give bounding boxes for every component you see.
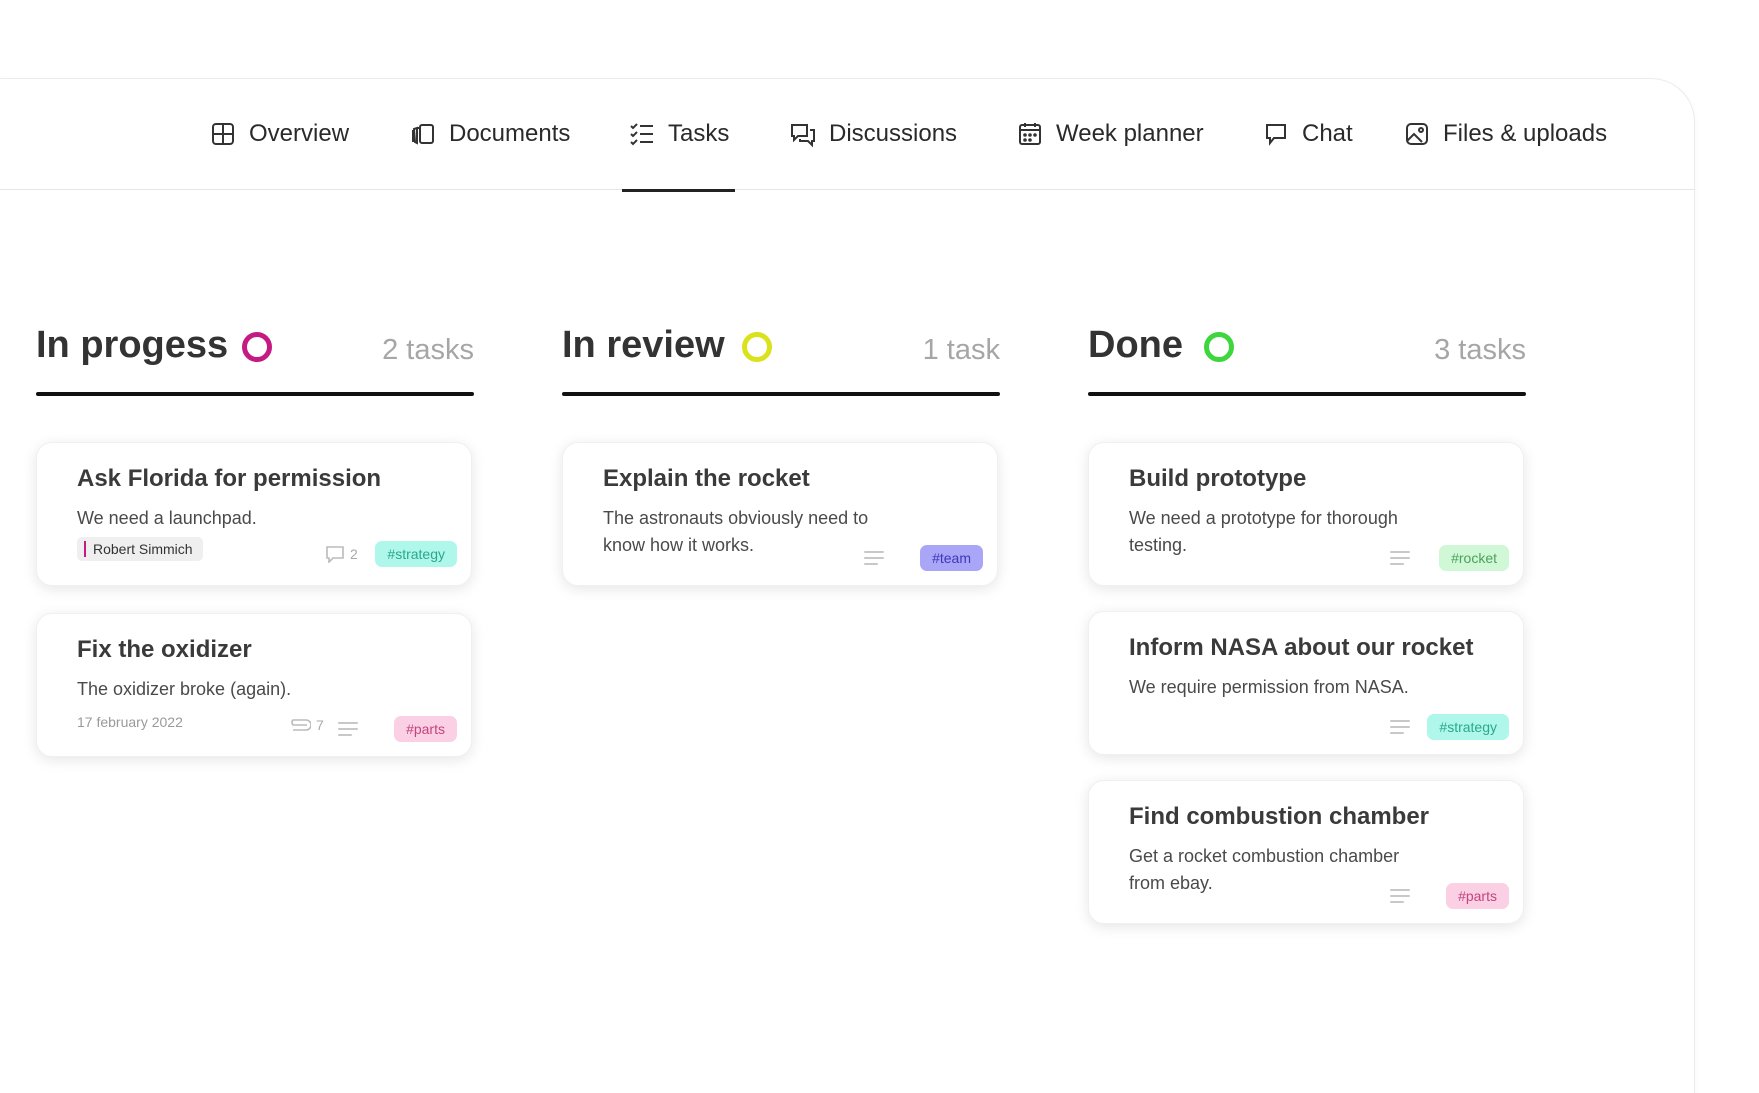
attachment-count: 7 xyxy=(316,717,324,733)
paperclip-icon xyxy=(291,719,311,731)
task-description: We need a launchpad. xyxy=(77,508,257,528)
column-in-review: In review 1 task Explain the rocket The … xyxy=(562,320,1000,586)
task-description: The astronauts obviously need to know ho… xyxy=(603,508,869,555)
nav-overview-label: Overview xyxy=(249,120,350,147)
nav-overview[interactable]: Overview xyxy=(209,78,349,190)
description-icon xyxy=(1390,551,1410,565)
task-title: Explain the rocket xyxy=(603,465,810,492)
task-description: We need a prototype for thorough testing… xyxy=(1129,508,1398,555)
status-ring-icon xyxy=(1204,332,1234,362)
attachments-meta: 7 xyxy=(287,717,324,733)
nav-documents[interactable]: Documents xyxy=(409,78,570,190)
column-header: In progess 2 tasks xyxy=(36,320,474,396)
calendar-icon xyxy=(1019,123,1041,145)
nav-files-uploads-label: Files & uploads xyxy=(1443,120,1608,147)
nav-chat[interactable]: Chat xyxy=(1262,78,1353,190)
description-icon xyxy=(1390,720,1410,734)
task-title: Inform NASA about our rocket xyxy=(1129,634,1474,661)
grid-icon xyxy=(212,123,234,145)
column-done: Done 3 tasks Build prototype We need a p… xyxy=(1088,320,1526,924)
column-header: Done 3 tasks xyxy=(1088,320,1526,396)
task-card[interactable]: Fix the oxidizer The oxidizer broke (aga… xyxy=(36,613,472,757)
task-description: The oxidizer broke (again). xyxy=(77,679,292,699)
description-icon xyxy=(864,551,884,565)
documents-icon xyxy=(412,124,434,145)
task-description: We require permission from NASA. xyxy=(1129,677,1409,697)
comment-icon xyxy=(326,546,344,563)
nav-discussions[interactable]: Discussions xyxy=(789,78,957,190)
nav-week-planner-label: Week planner xyxy=(1056,120,1204,147)
comments-meta: 2 xyxy=(325,545,358,563)
due-date: 17 february 2022 xyxy=(77,714,183,730)
description-icon xyxy=(338,722,358,736)
discussions-icon xyxy=(791,124,815,148)
task-count: 3 tasks xyxy=(1434,334,1526,366)
tag-badge[interactable]: #parts xyxy=(1446,883,1509,909)
nav-documents-label: Documents xyxy=(449,120,571,147)
comment-count: 2 xyxy=(350,546,358,562)
nav-week-planner[interactable]: Week planner xyxy=(1016,78,1204,190)
column-divider xyxy=(36,392,474,396)
column-title: Done xyxy=(1088,324,1183,366)
column-in-progress: In progess 2 tasks Ask Florida for permi… xyxy=(36,320,474,757)
task-count: 2 tasks xyxy=(382,334,474,366)
nav-chat-label: Chat xyxy=(1302,120,1353,147)
column-divider xyxy=(1088,392,1526,396)
nav-files-uploads[interactable]: Files & uploads xyxy=(1403,78,1607,190)
column-header: In review 1 task xyxy=(562,320,1000,396)
status-ring-icon xyxy=(242,332,272,362)
column-title: In progess xyxy=(36,324,229,366)
top-navigation: Overview Documents Tasks Discussions Wee… xyxy=(0,78,1695,192)
tag-badge[interactable]: #rocket xyxy=(1439,545,1509,571)
image-icon xyxy=(1406,123,1428,145)
nav-tasks[interactable]: Tasks xyxy=(621,78,736,192)
column-divider xyxy=(562,392,1000,396)
description-icon xyxy=(1390,889,1410,903)
nav-tasks-label: Tasks xyxy=(668,120,730,147)
task-card[interactable]: Explain the rocket The astronauts obviou… xyxy=(562,442,998,586)
task-title: Find combustion chamber xyxy=(1129,803,1430,830)
tag-badge[interactable]: #team xyxy=(920,545,983,571)
task-title: Fix the oxidizer xyxy=(77,636,252,663)
task-title: Ask Florida for permission xyxy=(77,465,382,492)
task-description: Get a rocket combustion chamber from eba… xyxy=(1129,846,1400,893)
column-title: In review xyxy=(562,324,725,366)
task-card[interactable]: Inform NASA about our rocket We require … xyxy=(1088,611,1524,755)
task-card[interactable]: Ask Florida for permission We need a lau… xyxy=(36,442,472,586)
tag-badge[interactable]: #strategy xyxy=(375,541,457,567)
task-card[interactable]: Build prototype We need a prototype for … xyxy=(1088,442,1524,586)
tag-badge[interactable]: #parts xyxy=(394,716,457,742)
task-title: Build prototype xyxy=(1129,465,1307,492)
status-ring-icon xyxy=(742,332,772,362)
tag-badge[interactable]: #strategy xyxy=(1427,714,1509,740)
assignee-chip[interactable]: Robert Simmich xyxy=(77,537,203,561)
task-count: 1 task xyxy=(922,334,1000,366)
task-card[interactable]: Find combustion chamber Get a rocket com… xyxy=(1088,780,1524,924)
checklist-icon xyxy=(630,123,653,146)
chat-icon xyxy=(1266,124,1286,146)
nav-discussions-label: Discussions xyxy=(829,120,958,147)
